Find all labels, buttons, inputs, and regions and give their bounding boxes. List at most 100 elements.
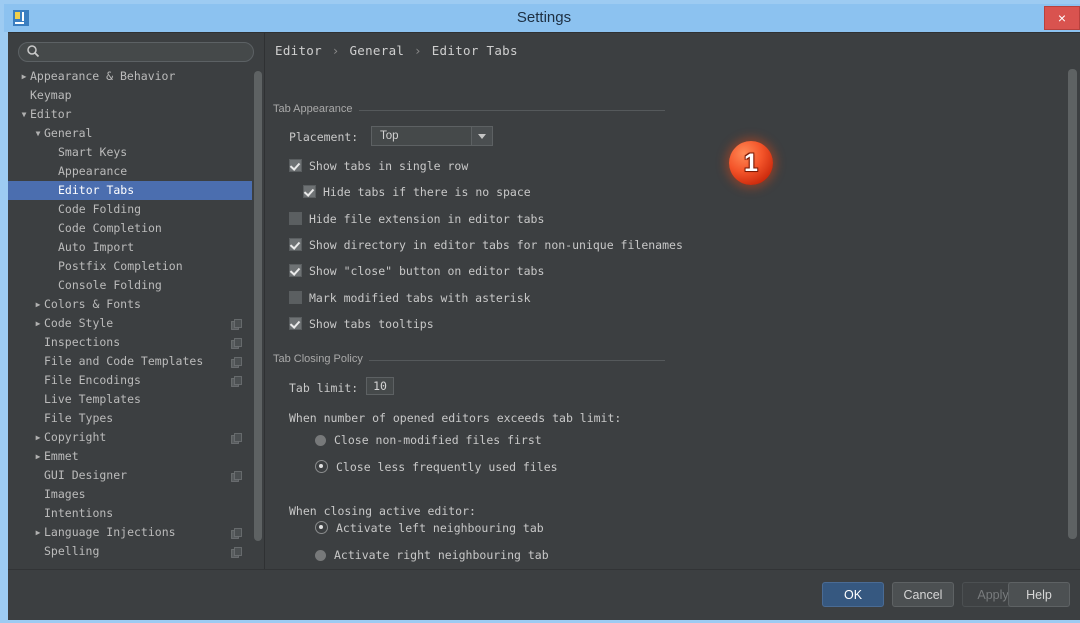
sidebar-item-code-style[interactable]: ▶Code Style <box>8 314 252 333</box>
chevron-right-icon[interactable]: ▶ <box>18 67 30 86</box>
chevron-down-icon[interactable]: ▼ <box>18 105 30 124</box>
checkbox-unchecked-icon[interactable] <box>289 212 302 225</box>
breadcrumb-item[interactable]: Editor <box>275 43 322 58</box>
sidebar-item-label: Code Style <box>44 314 113 333</box>
breadcrumb-item[interactable]: General <box>349 43 404 58</box>
radio-selected-icon[interactable] <box>315 460 328 473</box>
tab-limit-input[interactable] <box>366 377 394 395</box>
section-tab-closing-policy: Tab Closing Policy <box>273 353 673 367</box>
placement-value: Top <box>380 130 399 142</box>
chevron-right-icon[interactable]: ▶ <box>32 428 44 447</box>
sidebar-item-editor-tabs[interactable]: Editor Tabs <box>8 181 252 200</box>
sidebar-item-label: Postfix Completion <box>58 257 183 276</box>
sidebar-item-live-templates[interactable]: Live Templates <box>8 390 252 409</box>
sidebar-item-label: Language Injections <box>44 523 176 542</box>
sidebar-item-label: Appearance & Behavior <box>30 67 175 86</box>
sidebar-item-copyright[interactable]: ▶Copyright <box>8 428 252 447</box>
project-scope-icon <box>231 355 242 366</box>
sidebar-item-label: Console Folding <box>58 276 162 295</box>
ok-button[interactable]: OK <box>822 582 884 607</box>
sidebar-item-label: Copyright <box>44 428 106 447</box>
section-title-tab-closing-policy: Tab Closing Policy <box>273 353 369 365</box>
checkbox-row[interactable]: Show tabs tooltips <box>289 317 434 331</box>
sidebar-item-label: Emmet <box>44 447 79 466</box>
sidebar-item-auto-import[interactable]: Auto Import <box>8 238 252 257</box>
sidebar-item-intentions[interactable]: Intentions <box>8 504 252 523</box>
exceeds-limit-label: Close non-modified files first <box>334 433 542 447</box>
placement-dropdown[interactable]: Top <box>371 126 493 146</box>
checkbox-row[interactable]: Hide tabs if there is no space <box>303 185 531 199</box>
checkbox-row[interactable]: Hide file extension in editor tabs <box>289 212 544 226</box>
checkbox-row[interactable]: Show directory in editor tabs for non-un… <box>289 238 683 252</box>
radio-selected-icon[interactable] <box>315 521 328 534</box>
chevron-right-icon[interactable]: ▶ <box>32 314 44 333</box>
search-input[interactable] <box>18 42 254 62</box>
sidebar-scrollbar-thumb[interactable] <box>254 71 262 541</box>
sidebar-item-appearance-behavior[interactable]: ▶Appearance & Behavior <box>8 67 252 86</box>
checkbox-checked-icon[interactable] <box>289 317 302 330</box>
sidebar-item-label: Spelling <box>44 542 99 561</box>
sidebar-item-label: Editor <box>30 105 72 124</box>
chevron-right-icon[interactable]: ▶ <box>32 447 44 466</box>
sidebar-item-images[interactable]: Images <box>8 485 252 504</box>
checkbox-row[interactable]: Mark modified tabs with asterisk <box>289 291 531 305</box>
placement-label: Placement: <box>289 130 358 144</box>
chevron-right-icon[interactable]: ▶ <box>32 523 44 542</box>
help-button[interactable]: Help <box>1008 582 1070 607</box>
sidebar-item-gui-designer[interactable]: GUI Designer <box>8 466 252 485</box>
title-bar: Settings × <box>4 4 1080 32</box>
closing-editor-label: Activate right neighbouring tab <box>334 548 549 562</box>
sidebar-item-general[interactable]: ▼General <box>8 124 252 143</box>
breadcrumb-item[interactable]: Editor Tabs <box>432 43 518 58</box>
sidebar-item-colors-fonts[interactable]: ▶Colors & Fonts <box>8 295 252 314</box>
sidebar-item-label: Colors & Fonts <box>44 295 141 314</box>
sidebar-item-appearance[interactable]: Appearance <box>8 162 252 181</box>
sidebar-item-file-and-code-templates[interactable]: File and Code Templates <box>8 352 252 371</box>
chevron-down-icon[interactable] <box>471 127 492 145</box>
sidebar-item-spelling[interactable]: Spelling <box>8 542 252 561</box>
sidebar-item-code-completion[interactable]: Code Completion <box>8 219 252 238</box>
sidebar-item-smart-keys[interactable]: Smart Keys <box>8 143 252 162</box>
sidebar-item-keymap[interactable]: Keymap <box>8 86 252 105</box>
checkbox-row[interactable]: Show "close" button on editor tabs <box>289 264 544 278</box>
close-icon[interactable]: × <box>1044 6 1080 30</box>
checkbox-checked-icon[interactable] <box>289 159 302 172</box>
cancel-button[interactable]: Cancel <box>892 582 954 607</box>
breadcrumb: Editor › General › Editor Tabs <box>275 43 518 58</box>
content-scrollbar-thumb[interactable] <box>1068 69 1077 539</box>
closing-editor-option[interactable]: Activate right neighbouring tab <box>315 548 549 562</box>
sidebar-item-console-folding[interactable]: Console Folding <box>8 276 252 295</box>
sidebar-item-file-encodings[interactable]: File Encodings <box>8 371 252 390</box>
checkbox-row[interactable]: Show tabs in single row <box>289 159 468 173</box>
annotation-badge-1: 1 <box>729 141 773 185</box>
radio-unselected-icon[interactable] <box>315 435 326 446</box>
sidebar-item-file-types[interactable]: File Types <box>8 409 252 428</box>
sidebar-item-language-injections[interactable]: ▶Language Injections <box>8 523 252 542</box>
project-scope-icon <box>231 317 242 328</box>
sidebar-item-label: Editor Tabs <box>58 181 134 200</box>
sidebar-item-label: Appearance <box>58 162 127 181</box>
exceeds-limit-label: Close less frequently used files <box>336 460 558 474</box>
exceeds-limit-option[interactable]: Close non-modified files first <box>315 433 542 447</box>
sidebar-item-inspections[interactable]: Inspections <box>8 333 252 352</box>
checkbox-checked-icon[interactable] <box>289 264 302 277</box>
radio-unselected-icon[interactable] <box>315 550 326 561</box>
sidebar-item-postfix-completion[interactable]: Postfix Completion <box>8 257 252 276</box>
sidebar-item-editor[interactable]: ▼Editor <box>8 105 252 124</box>
chevron-down-icon[interactable]: ▼ <box>32 124 44 143</box>
sidebar-item-label: General <box>44 124 92 143</box>
checkbox-unchecked-icon[interactable] <box>289 291 302 304</box>
checkbox-label: Mark modified tabs with asterisk <box>309 291 531 305</box>
sidebar-item-emmet[interactable]: ▶Emmet <box>8 447 252 466</box>
sidebar-item-code-folding[interactable]: Code Folding <box>8 200 252 219</box>
sidebar-item-label: Code Completion <box>58 219 162 238</box>
sidebar-item-label: Images <box>44 485 86 504</box>
checkbox-checked-icon[interactable] <box>303 185 316 198</box>
checkbox-checked-icon[interactable] <box>289 238 302 251</box>
exceeds-limit-label: When number of opened editors exceeds ta… <box>289 411 621 425</box>
exceeds-limit-option[interactable]: Close less frequently used files <box>315 460 558 474</box>
section-title-tab-appearance: Tab Appearance <box>273 103 359 115</box>
settings-tree: ▶Appearance & BehaviorKeymap▼Editor▼Gene… <box>8 67 252 567</box>
chevron-right-icon[interactable]: ▶ <box>32 295 44 314</box>
closing-editor-option[interactable]: Activate left neighbouring tab <box>315 521 544 535</box>
